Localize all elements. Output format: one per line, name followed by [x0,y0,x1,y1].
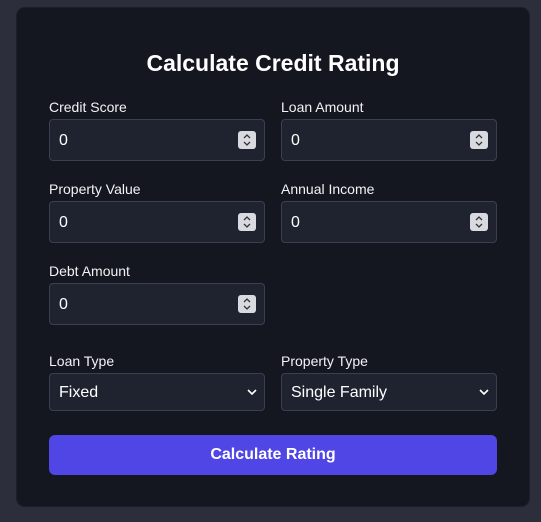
loan-amount-value: 0 [291,132,300,149]
property-value-value: 0 [59,214,68,231]
stepper-arrows-icon [475,216,483,228]
property-value-label: Property Value [49,181,141,197]
credit-score-label: Credit Score [49,99,127,115]
annual-income-label: Annual Income [281,181,375,197]
credit-score-stepper[interactable] [238,131,256,149]
chevron-down-icon [479,389,489,396]
annual-income-value: 0 [291,214,300,231]
chevron-down-icon [247,389,257,396]
credit-score-input[interactable]: 0 [49,119,265,161]
property-type-value: Single Family [291,384,388,401]
loan-type-value: Fixed [59,384,99,401]
stepper-arrows-icon [243,134,251,146]
stepper-arrows-icon [243,298,251,310]
debt-amount-label: Debt Amount [49,263,130,279]
annual-income-input[interactable]: 0 [281,201,497,243]
property-type-label: Property Type [281,353,368,369]
debt-amount-stepper[interactable] [238,295,256,313]
property-value-input[interactable]: 0 [49,201,265,243]
loan-amount-input[interactable]: 0 [281,119,497,161]
form-title: Calculate Credit Rating [146,50,400,76]
credit-score-value: 0 [59,132,68,149]
debt-amount-value: 0 [59,296,68,313]
credit-rating-card: Calculate Credit Rating Credit Score 0 L… [17,8,529,506]
property-type-select[interactable]: Single Family [281,373,497,411]
stepper-arrows-icon [243,216,251,228]
calculate-rating-button[interactable]: Calculate Rating [49,435,497,475]
loan-type-select[interactable]: Fixed [49,373,265,411]
annual-income-stepper[interactable] [470,213,488,231]
loan-amount-label: Loan Amount [281,99,364,115]
property-value-stepper[interactable] [238,213,256,231]
loan-amount-stepper[interactable] [470,131,488,149]
loan-type-label: Loan Type [49,353,115,369]
stepper-arrows-icon [475,134,483,146]
debt-amount-input[interactable]: 0 [49,283,265,325]
